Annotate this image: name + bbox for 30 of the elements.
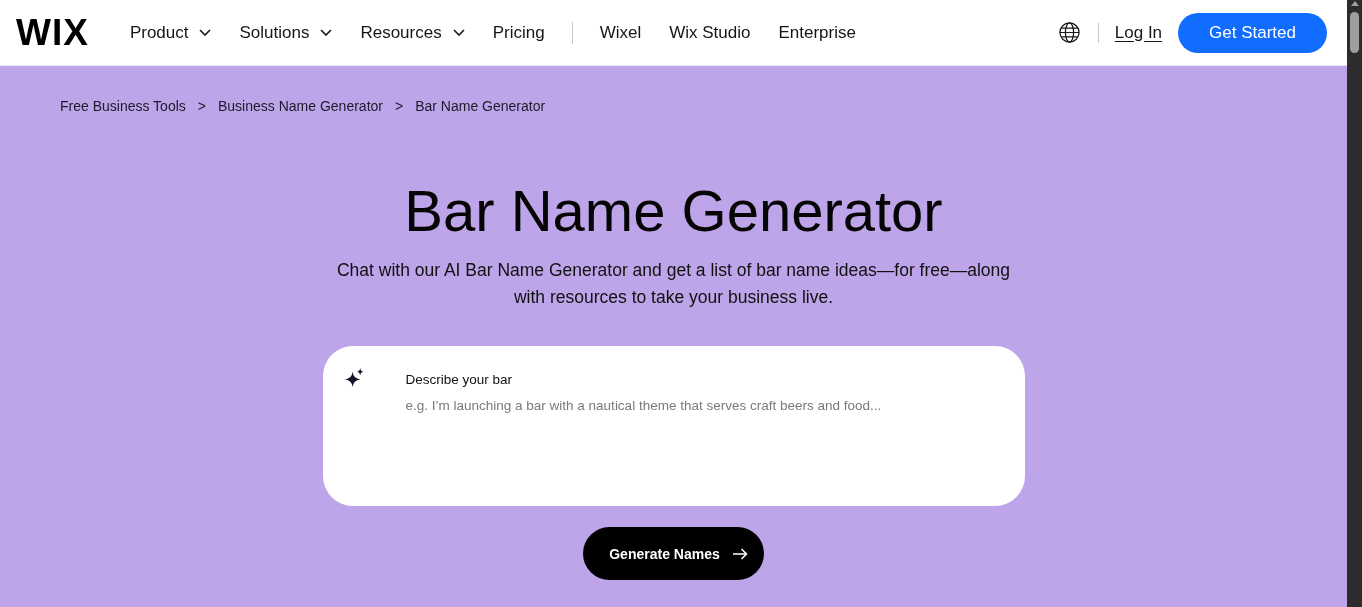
chevron-down-icon xyxy=(452,29,465,36)
chevron-down-icon xyxy=(320,29,333,36)
breadcrumb-separator: > xyxy=(394,97,404,115)
page-title: Bar Name Generator xyxy=(404,179,943,243)
prompt-input-box[interactable]: Describe your bar e.g. I’m launching a bar with a nautical theme that serves craft beers and food... xyxy=(322,346,1025,506)
scrollbar-thumb[interactable] xyxy=(1350,12,1359,53)
breadcrumb-separator: > xyxy=(197,97,206,115)
nav-menu-button[interactable]: Product xyxy=(129,21,212,44)
generate-names-button[interactable]: Generate Names xyxy=(583,527,764,580)
get-started-button[interactable]: Get Started xyxy=(1178,12,1327,53)
nav-link[interactable]: Enterprise xyxy=(778,21,856,44)
field-label: Describe your bar xyxy=(405,371,513,388)
logo[interactable]: WIX xyxy=(16,12,89,53)
up-arrow-icon[interactable] xyxy=(1350,1,1359,6)
intro-text: Chat with our AI Bar Name Generator and get a list of bar name ideas—for free—along with resources to take your business live. xyxy=(335,259,1012,309)
sparkle-icon xyxy=(344,368,364,387)
nav-link[interactable]: Wix Studio xyxy=(669,21,751,44)
scrollbar-track[interactable] xyxy=(1347,0,1362,607)
breadcrumb-link[interactable]: Business Name Generator xyxy=(218,97,383,115)
breadcrumb-link[interactable]: Free Business Tools xyxy=(60,97,186,115)
arrow-right-icon xyxy=(731,547,748,560)
nav-menu-button[interactable]: Solutions xyxy=(239,21,333,44)
breadcrumb-current: Bar Name Generator xyxy=(415,97,546,115)
globe-icon[interactable] xyxy=(1058,22,1080,43)
login-link[interactable]: Log In xyxy=(1114,21,1163,44)
nav-link[interactable]: Pricing xyxy=(492,21,545,44)
nav-link[interactable]: Wixel xyxy=(599,21,642,44)
nav-menu-button[interactable]: Resources xyxy=(360,21,465,44)
chevron-down-icon xyxy=(199,29,212,36)
description-field[interactable]: e.g. I’m launching a bar with a nautical theme that serves craft beers and food... xyxy=(405,397,996,481)
